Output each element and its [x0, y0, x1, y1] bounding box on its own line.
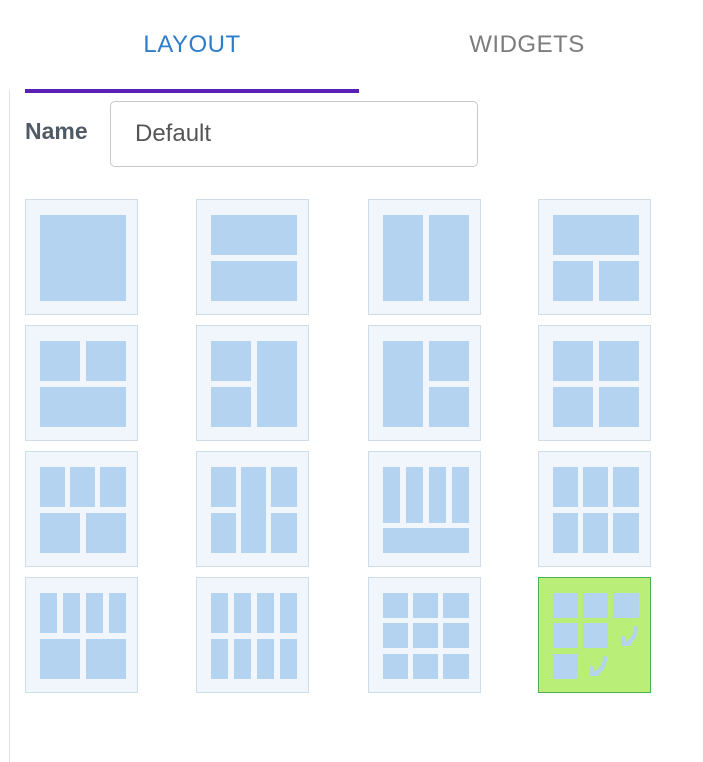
layout-grid-2x2-icon	[553, 341, 639, 427]
layout-top-wide-two-bottom-icon	[553, 215, 639, 301]
layout-tile-three-top-two-bottom[interactable]	[25, 451, 138, 567]
layout-custom-expand-icon	[553, 593, 639, 679]
tab-layout[interactable]: LAYOUT	[25, 0, 359, 92]
layout-tile-top-wide-two-bottom[interactable]	[538, 199, 651, 315]
layout-tile-four-top-two-bottom[interactable]	[25, 577, 138, 693]
layout-tile-two-top-wide-bottom[interactable]	[25, 325, 138, 441]
layout-tile-custom-expand[interactable]	[538, 577, 651, 693]
layout-two-rows-icon	[211, 215, 297, 301]
name-label: Name	[25, 118, 88, 144]
layout-tile-four-columns-wide-bottom[interactable]	[368, 451, 481, 567]
layout-tile-single[interactable]	[25, 199, 138, 315]
layout-tile-left-two-right-tall[interactable]	[196, 325, 309, 441]
layout-two-top-wide-bottom-icon	[40, 341, 126, 427]
name-input[interactable]	[110, 101, 478, 167]
layout-tile-grid-3x3[interactable]	[368, 577, 481, 693]
layout-tile-left-tall-right-two[interactable]	[368, 325, 481, 441]
layout-four-columns-wide-bottom-icon	[383, 467, 469, 553]
layout-two-left-tall-center-two-right-icon	[211, 467, 297, 553]
layout-three-top-two-bottom-icon	[40, 467, 126, 553]
tab-bar: LAYOUT WIDGETS	[25, 0, 695, 94]
layout-tile-two-columns[interactable]	[368, 199, 481, 315]
layout-tile-grid-3x2[interactable]	[538, 451, 651, 567]
layout-tile-two-left-tall-center-two-right[interactable]	[196, 451, 309, 567]
layout-two-columns-icon	[383, 215, 469, 301]
active-tab-indicator	[25, 89, 359, 93]
panel-left-border	[9, 90, 10, 762]
layout-single-icon	[40, 215, 126, 301]
tab-widgets[interactable]: WIDGETS	[359, 0, 695, 92]
layout-tile-grid-4x2[interactable]	[196, 577, 309, 693]
layout-four-top-two-bottom-icon	[40, 593, 126, 679]
layout-left-tall-right-two-icon	[383, 341, 469, 427]
layout-grid-4x2-icon	[211, 593, 297, 679]
layout-tile-grid-2x2[interactable]	[538, 325, 651, 441]
layout-tile-two-rows[interactable]	[196, 199, 309, 315]
layout-grid-3x2-icon	[553, 467, 639, 553]
layout-left-two-right-tall-icon	[211, 341, 297, 427]
layout-grid-3x3-icon	[383, 593, 469, 679]
